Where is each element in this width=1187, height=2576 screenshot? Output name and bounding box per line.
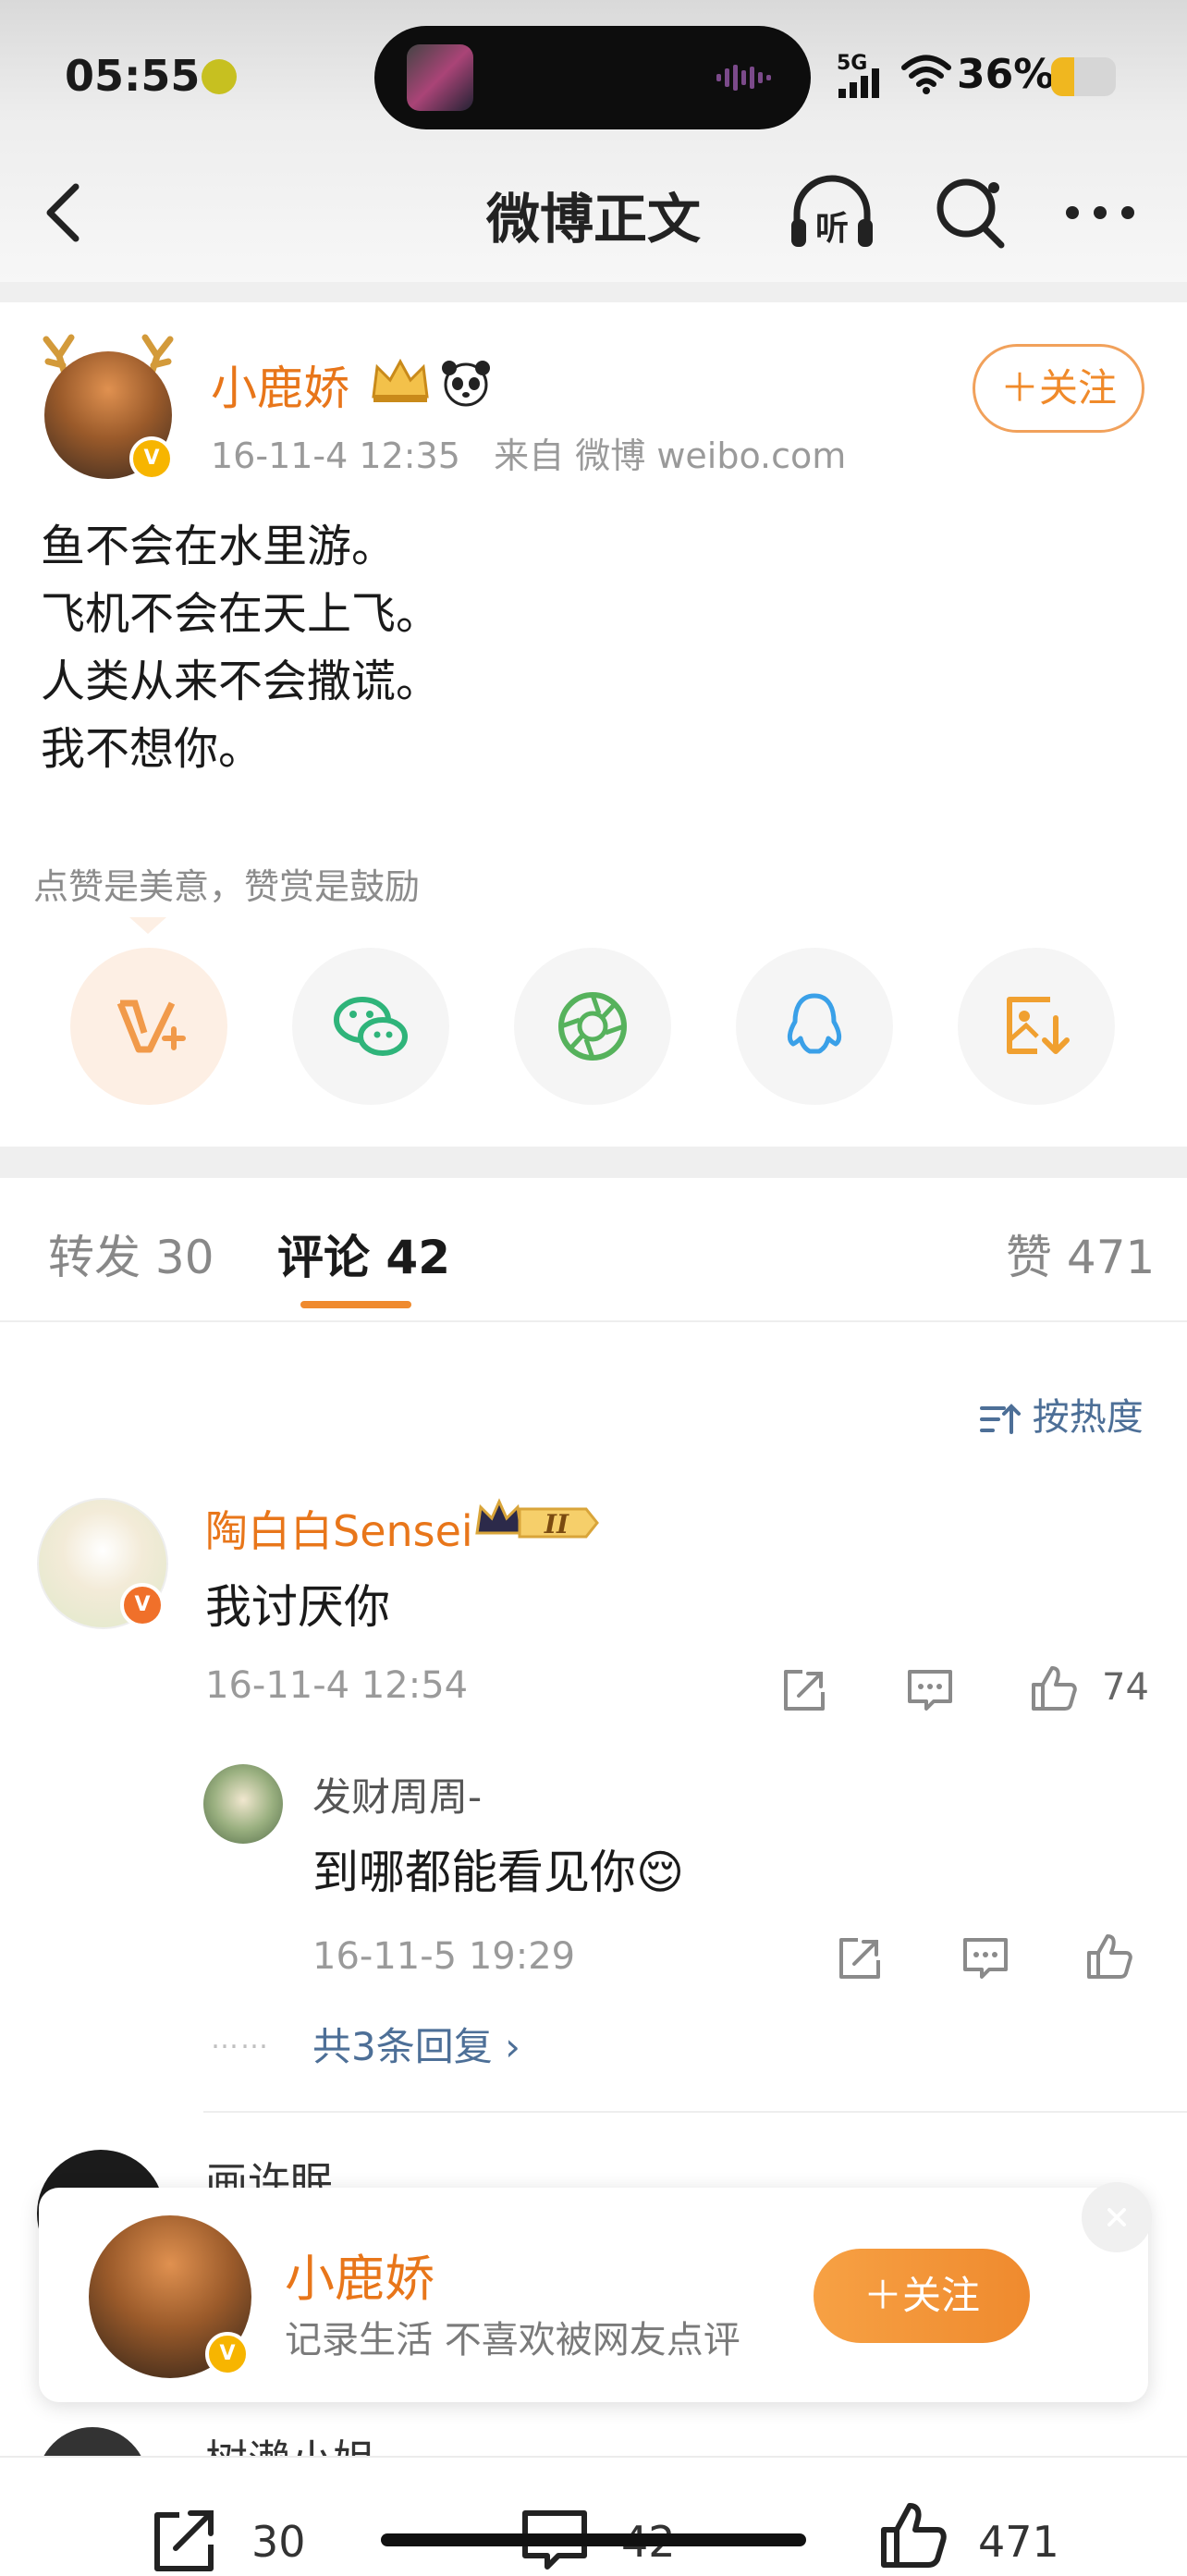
post-body: 鱼不会在水里游。 飞机不会在天上飞。 人类从来不会撒谎。 我不想你。 <box>41 513 440 783</box>
reply-timestamp: 16-11-5 19:29 <box>312 1935 576 1978</box>
share-icon[interactable] <box>778 1664 830 1716</box>
verified-badge-icon: V <box>120 1583 165 1627</box>
follow-button[interactable]: ＋关注 <box>973 344 1144 433</box>
wechat-icon <box>334 997 408 1056</box>
reward-button[interactable] <box>70 948 227 1105</box>
rank-badge-icon: II <box>475 1498 599 1539</box>
panda-badge-icon <box>442 361 490 407</box>
comment-icon[interactable] <box>960 1932 1011 1984</box>
location-indicator-icon <box>202 59 237 94</box>
reply-author[interactable]: 发财周周- <box>312 1766 482 1822</box>
svg-text:II: II <box>544 1509 569 1539</box>
tab-comments[interactable]: 评论 42 <box>277 1221 450 1287</box>
repost-count: 30 <box>251 2517 306 2567</box>
share-moments-button[interactable] <box>514 948 671 1105</box>
share-wechat-button[interactable] <box>292 948 449 1105</box>
svg-text:听: 听 <box>815 210 849 248</box>
cellular-signal-icon <box>838 68 879 98</box>
comment-icon[interactable] <box>904 1664 956 1716</box>
like-icon[interactable] <box>876 2498 950 2572</box>
card-user-bio: 记录生活 不喜欢被网友点评 <box>285 2319 740 2361</box>
wifi-icon <box>901 55 951 94</box>
comment-text: 我讨厌你 <box>205 1580 390 1634</box>
tab-repost[interactable]: 转发 30 <box>48 1221 214 1287</box>
reply-avatar[interactable] <box>203 1764 283 1844</box>
post-meta: 16-11-4 12:35 来自 微博 weibo.com <box>211 427 846 478</box>
post-line: 鱼不会在水里游。 <box>41 521 397 572</box>
status-time: 05:55 <box>65 51 201 101</box>
verified-badge-icon: V <box>205 2332 250 2376</box>
close-icon <box>1107 2208 1126 2226</box>
hint-pointer-icon <box>129 917 166 934</box>
reward-v-icon <box>116 1000 186 1053</box>
commenter-name[interactable]: 陶白白Sensei <box>205 1498 473 1559</box>
comment-separator <box>203 2111 1187 2113</box>
close-card-button[interactable] <box>1082 2182 1152 2252</box>
tab-likes[interactable]: 赞 471 <box>1006 1221 1155 1287</box>
share-qq-button[interactable] <box>736 948 893 1105</box>
section-divider <box>0 282 1187 302</box>
share-icon[interactable] <box>834 1932 886 1984</box>
home-indicator[interactable] <box>381 2533 806 2546</box>
more-icon[interactable] <box>1059 176 1142 250</box>
post-author-name[interactable]: 小鹿娇 <box>211 351 349 418</box>
card-follow-button[interactable]: ＋关注 <box>814 2249 1030 2343</box>
sort-button[interactable]: 按热度 <box>980 1387 1144 1441</box>
verified-badge-icon: V <box>129 436 174 481</box>
post-line: 人类从来不会撒谎。 <box>41 656 441 707</box>
now-playing-artwork <box>407 44 473 111</box>
like-icon[interactable] <box>1028 1662 1080 1714</box>
post-line: 我不想你。 <box>41 723 263 775</box>
save-image-button[interactable] <box>958 948 1115 1105</box>
like-count: 471 <box>978 2517 1059 2567</box>
battery-level <box>1051 57 1075 96</box>
save-image-icon <box>1007 997 1070 1054</box>
crown-badge-icon <box>372 358 429 402</box>
repost-icon[interactable] <box>148 2502 222 2576</box>
search-icon[interactable] <box>929 171 1012 254</box>
tab-divider <box>0 1320 1187 1322</box>
qq-icon <box>787 993 842 1054</box>
active-tab-indicator <box>300 1301 411 1308</box>
post-source: 来自 微博 weibo.com <box>494 435 847 476</box>
view-more-replies-link[interactable]: 共3条回复 › <box>312 2016 520 2072</box>
section-divider <box>0 1147 1187 1178</box>
reply-thread-dots: …… <box>211 2023 270 2055</box>
sort-label: 按热度 <box>1032 1396 1144 1439</box>
post-timestamp: 16-11-4 12:35 <box>211 435 460 476</box>
battery-icon <box>1051 57 1116 96</box>
comment-timestamp: 16-11-4 12:54 <box>205 1664 469 1707</box>
battery-percent: 36% <box>957 51 1055 98</box>
listen-button[interactable]: 听 <box>786 171 878 254</box>
moments-icon <box>558 992 627 1061</box>
audio-wave-icon <box>716 65 771 91</box>
reply-text: 到哪都能看见你😌 <box>312 1846 685 1899</box>
comment-like-count: 74 <box>1102 1666 1149 1709</box>
post-line: 飞机不会在天上飞。 <box>41 588 441 640</box>
sort-icon <box>980 1404 1021 1434</box>
card-user-name[interactable]: 小鹿娇 <box>285 2238 434 2311</box>
reward-hint: 点赞是美意，赞赏是鼓励 <box>33 866 421 907</box>
like-icon[interactable] <box>1083 1931 1135 1982</box>
